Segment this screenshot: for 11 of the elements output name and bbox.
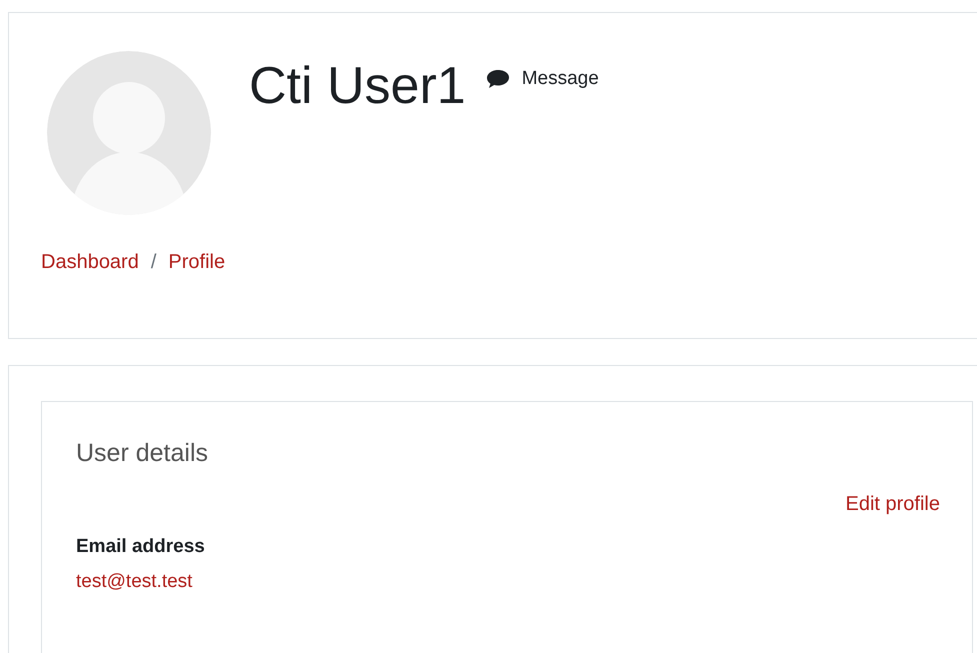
- field-label: Email address: [76, 535, 206, 560]
- edit-profile-link[interactable]: Edit profile: [846, 489, 940, 520]
- user-name: Cti User1: [249, 56, 466, 117]
- message-link[interactable]: Message: [486, 65, 599, 94]
- breadcrumb-separator: /: [150, 250, 156, 275]
- email-link[interactable]: test@test.test: [76, 568, 940, 596]
- speech-bubble-icon: [486, 69, 510, 90]
- breadcrumb-link[interactable]: Profile: [168, 247, 226, 277]
- avatar-icon: [47, 51, 211, 215]
- section-title: User details: [76, 438, 209, 469]
- breadcrumb-link[interactable]: Dashboard: [41, 247, 139, 277]
